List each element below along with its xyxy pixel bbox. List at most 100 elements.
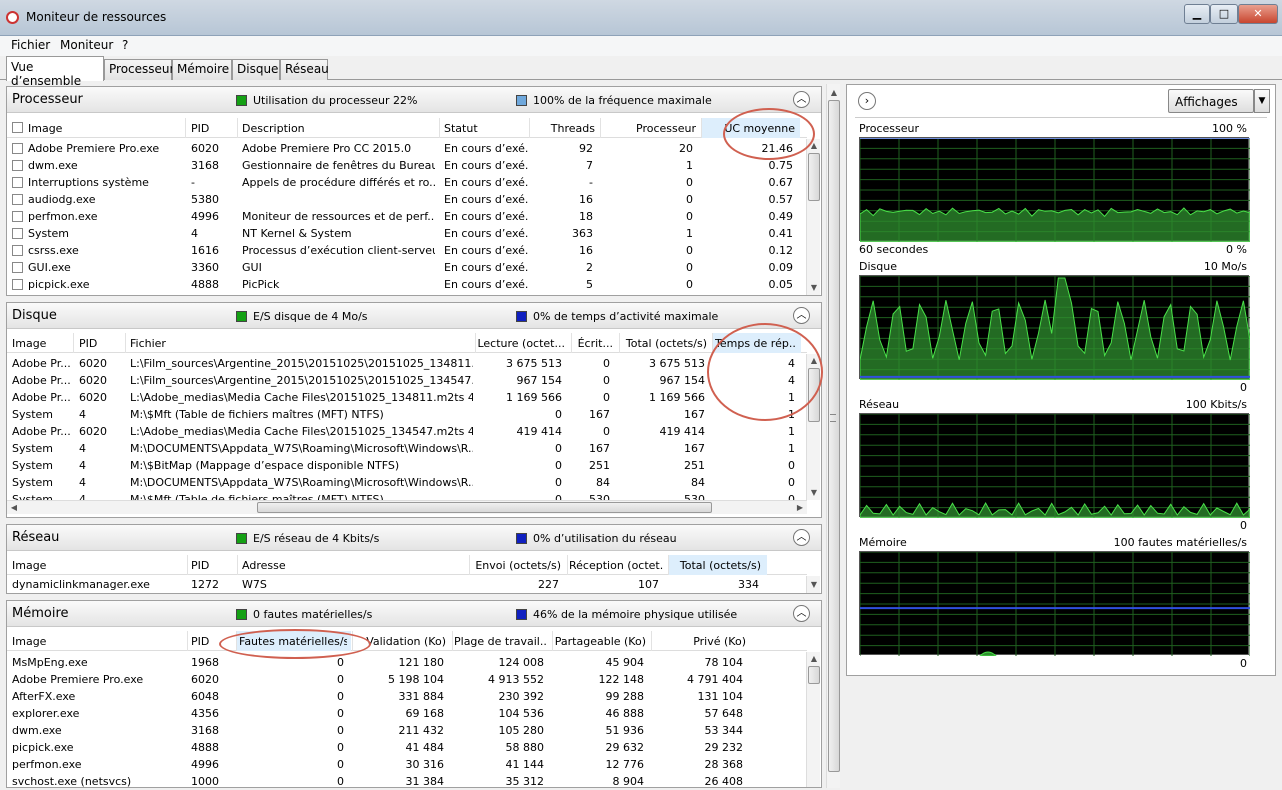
table-row[interactable]: csrss.exe 1616 Processus d’exécution clien… — [7, 242, 807, 259]
table-row[interactable]: perfmon.exe 4996 0 30 316 41 144 12 776 28 368 — [7, 756, 807, 773]
tab-overview[interactable]: Vue d’ensemble — [6, 56, 104, 88]
table-row[interactable]: Adobe Premiere Pro.exe 6020 Adobe Premiere… — [7, 140, 807, 157]
column-header-image[interactable]: Image — [12, 337, 68, 350]
chevron-down-icon[interactable]: ▼ — [1254, 89, 1270, 113]
disk-collapse-button[interactable]: ︿ — [793, 307, 810, 324]
table-row[interactable]: Adobe Pr... 6020 L:\Film_sources\Argentine… — [7, 372, 807, 389]
row-checkbox[interactable] — [12, 228, 23, 239]
table-row[interactable]: dynamiclinkmanager.exe 1272 W7S 227 107 334 — [7, 576, 807, 593]
network-collapse-button[interactable]: ︿ — [793, 529, 810, 546]
table-row[interactable]: System 4 M:\DOCUMENTS\Appdata_W7S\Roaming\… — [7, 440, 807, 457]
minimize-button[interactable]: ▁ — [1184, 4, 1210, 24]
cpu-panel-header[interactable]: Processeur Utilisation du processeur 22%… — [7, 87, 821, 113]
table-row[interactable]: picpick.exe 4888 0 41 484 58 880 29 632 29 232 — [7, 739, 807, 756]
row-checkbox[interactable] — [12, 279, 23, 290]
hscroll-thumb[interactable] — [257, 502, 712, 513]
column-header-private[interactable]: Privé (Ko) — [654, 635, 746, 648]
table-row[interactable]: GUI.exe 3360 GUI En cours d’exé... 2 0 0.09 — [7, 259, 807, 276]
table-row[interactable]: audiodg.exe 5380 En cours d’exé... 16 0 0.57 — [7, 191, 807, 208]
menu-file[interactable]: Fichier — [11, 38, 50, 52]
column-header-working-set[interactable]: Plage de travail... — [454, 635, 546, 648]
column-header-pid[interactable]: PID — [79, 337, 119, 350]
table-row[interactable]: Interruptions système - Appels de procédur… — [7, 174, 807, 191]
row-checkbox[interactable] — [12, 160, 23, 171]
tab-disk[interactable]: Disque — [232, 59, 280, 80]
scroll-up-icon[interactable]: ▲ — [827, 86, 841, 100]
column-header-status[interactable]: Statut — [444, 122, 524, 135]
table-row[interactable]: System 4 M:\DOCUMENTS\Appdata_W7S\Roaming\… — [7, 474, 807, 491]
disk-panel-header[interactable]: Disque E/S disque de 4 Mo/s 0% de temps … — [7, 303, 821, 329]
table-row[interactable]: Adobe Pr... 6020 L:\Adobe_medias\Media Cac… — [7, 423, 807, 440]
close-button[interactable]: ✕ — [1238, 4, 1278, 24]
table-row[interactable]: perfmon.exe 4996 Moniteur de ressources et… — [7, 208, 807, 225]
memory-collapse-button[interactable]: ︿ — [793, 605, 810, 622]
row-checkbox[interactable] — [12, 194, 23, 205]
table-row[interactable]: dwm.exe 3168 0 211 432 105 280 51 936 53 344 — [7, 722, 807, 739]
row-checkbox[interactable] — [12, 211, 23, 222]
row-checkbox[interactable] — [12, 262, 23, 273]
table-row[interactable]: AfterFX.exe 6048 0 331 884 230 392 99 288 131 … — [7, 688, 807, 705]
column-header-address[interactable]: Adresse — [242, 559, 462, 572]
memory-vscroll[interactable]: ▲ — [806, 652, 820, 787]
scroll-down-icon[interactable]: ▼ — [807, 486, 821, 500]
column-header-file[interactable]: Fichier — [130, 337, 470, 350]
table-row[interactable]: picpick.exe 4888 PicPick En cours d’exé... 5… — [7, 276, 807, 293]
table-row[interactable]: System 4 NT Kernel & System En cours d’exé.… — [7, 225, 807, 242]
column-header-threads[interactable]: Threads — [533, 122, 595, 135]
scroll-right-icon[interactable]: ▶ — [793, 501, 807, 515]
scroll-down-icon[interactable]: ▼ — [807, 578, 821, 592]
column-header-sent[interactable]: Envoi (octets/s) — [471, 559, 561, 572]
menu-monitor[interactable]: Moniteur — [60, 38, 113, 52]
main-vscroll[interactable]: ▲ — [826, 84, 840, 788]
column-header-image[interactable]: Image — [12, 559, 182, 572]
table-row[interactable]: Adobe Pr... 6020 L:\Film_sources\Argentine… — [7, 355, 807, 372]
disk-hscroll[interactable]: ◀ ▶ — [7, 500, 807, 514]
table-row[interactable]: Adobe Premiere Pro.exe 6020 0 5 198 104 4 91… — [7, 671, 807, 688]
table-row[interactable]: Adobe Pr... 6020 L:\Adobe_medias\Media Cac… — [7, 389, 807, 406]
scroll-thumb[interactable] — [828, 100, 840, 772]
table-row[interactable]: explorer.exe 4356 0 69 168 104 536 46 888 57 6… — [7, 705, 807, 722]
column-header-image[interactable]: Image — [12, 635, 182, 648]
column-header-description[interactable]: Description — [242, 122, 437, 135]
column-header-write[interactable]: Écrit... — [573, 337, 613, 350]
views-button[interactable]: Affichages — [1168, 89, 1254, 113]
column-header-pid[interactable]: PID — [191, 559, 231, 572]
row-checkbox[interactable] — [12, 245, 23, 256]
column-header-shareable[interactable]: Partageable (Ko) — [554, 635, 646, 648]
network-panel-header[interactable]: Réseau E/S réseau de 4 Kbits/s 0% d’util… — [7, 525, 821, 551]
column-header-total[interactable]: Total (octets/s) — [621, 337, 707, 350]
scroll-thumb[interactable] — [808, 666, 820, 684]
table-row[interactable]: svchost.exe (netsvcs) 1000 0 31 384 35 312 8 … — [7, 773, 807, 790]
tab-cpu[interactable]: Processeur — [104, 59, 174, 80]
cpu-collapse-button[interactable]: ︿ — [793, 91, 810, 108]
cpu-vscroll[interactable]: ▲ ▼ — [806, 139, 820, 295]
table-row[interactable]: System 4 M:\$Mft (Table de fichiers maître… — [7, 406, 807, 423]
table-row[interactable]: MsMpEng.exe 1968 0 121 180 124 008 45 904 78 1… — [7, 654, 807, 671]
tab-network[interactable]: Réseau — [280, 59, 329, 80]
expand-arrow-icon[interactable]: › — [858, 92, 876, 110]
cell-pid: 6048 — [191, 690, 219, 703]
cpu-freq-swatch — [516, 95, 527, 106]
table-row[interactable]: dwm.exe 3168 Gestionnaire de fenêtres du B… — [7, 157, 807, 174]
menu-help[interactable]: ? — [122, 38, 128, 52]
scroll-left-icon[interactable]: ◀ — [7, 501, 21, 515]
tab-memory[interactable]: Mémoire — [172, 59, 232, 80]
network-vscroll[interactable]: ▼ — [806, 576, 820, 593]
scroll-up-icon[interactable]: ▲ — [807, 652, 821, 666]
scroll-thumb[interactable] — [808, 153, 820, 201]
column-header-image[interactable]: Image — [28, 122, 178, 135]
column-header-pid[interactable]: PID — [191, 122, 231, 135]
scroll-down-icon[interactable]: ▼ — [807, 281, 821, 295]
table-row[interactable]: System 4 M:\$BitMap (Mappage d’espace disp… — [7, 457, 807, 474]
column-header-received[interactable]: Réception (octet... — [569, 559, 663, 572]
column-header-read[interactable]: Lecture (octet... — [477, 337, 565, 350]
maximize-button[interactable]: □ — [1210, 4, 1238, 24]
memory-panel-header[interactable]: Mémoire 0 fautes matérielles/s 46% de la… — [7, 601, 821, 627]
row-checkbox[interactable] — [12, 143, 23, 154]
annotation-circle — [723, 108, 815, 160]
cell-pid: 4 — [79, 408, 86, 421]
select-all-checkbox[interactable] — [12, 122, 23, 133]
column-header-cpu[interactable]: Processeur — [604, 122, 696, 135]
row-checkbox[interactable] — [12, 177, 23, 188]
column-header-total[interactable]: Total (octets/s) — [671, 559, 761, 572]
